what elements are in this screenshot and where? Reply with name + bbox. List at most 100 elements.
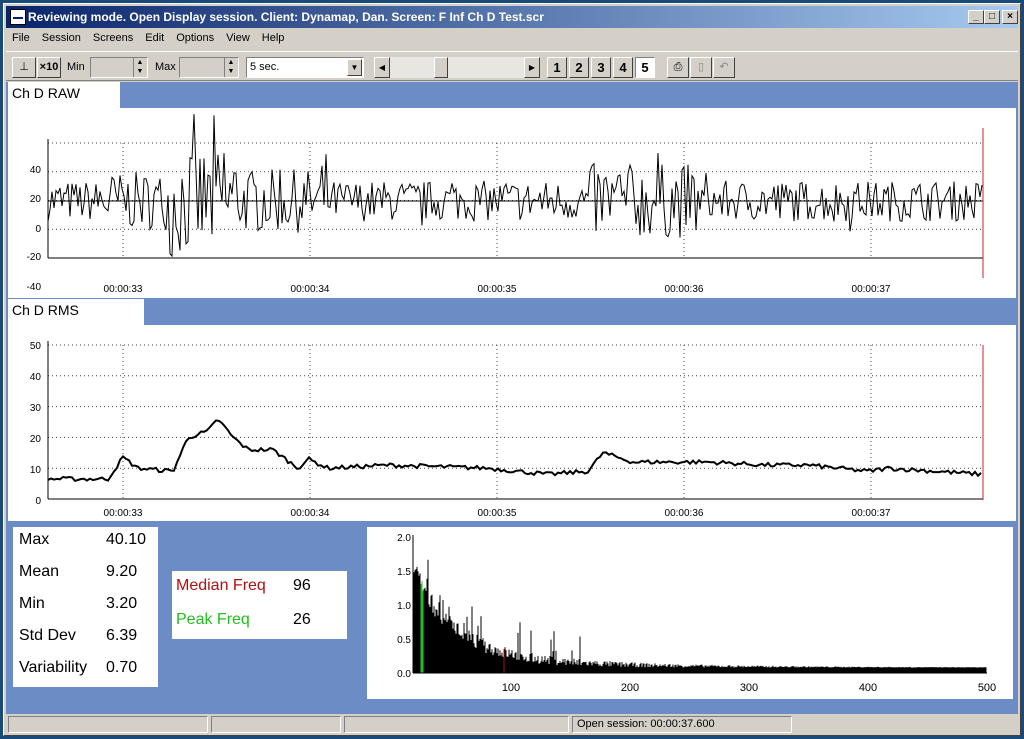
- stat-row-max: Max 40.10: [19, 531, 154, 555]
- screen-button-2[interactable]: 2: [569, 57, 589, 78]
- print-icon[interactable]: ⎙: [667, 57, 689, 78]
- status-pane-2: [211, 716, 341, 733]
- rms-waveform: [47, 419, 982, 483]
- spec-xtick-500: 500: [978, 682, 996, 694]
- timespan-select[interactable]: 5 sec. ▼: [246, 57, 364, 78]
- status-pane-3: [344, 716, 569, 733]
- title-bar[interactable]: Reviewing mode. Open Display session. Cl…: [6, 6, 1018, 28]
- toolbar: ⊥ ×10 Min ▲ ▼ Max ▲ ▼ 5 sec. ▼ ◀ ▶ 1 2 3 4…: [6, 51, 1018, 81]
- scroll-track[interactable]: [390, 57, 524, 78]
- scroll-right-icon[interactable]: ▶: [524, 57, 540, 78]
- x10-button[interactable]: ×10: [37, 57, 61, 78]
- stat-label: Max: [19, 531, 50, 548]
- menu-bar: File Session Screens Edit Options View Help: [6, 29, 1018, 49]
- rms-xtick-34: 00:00:34: [291, 508, 330, 519]
- spinner-arrows-icon[interactable]: ▲ ▼: [224, 58, 237, 77]
- raw-ytick-neg40: -40: [27, 282, 42, 293]
- spectrum-svg: 2.0 1.5 1.0 0.5 0.0 100 200 300 400 500: [397, 533, 996, 694]
- rms-xtick-36: 00:00:36: [665, 508, 704, 519]
- max-spinner[interactable]: ▲ ▼: [179, 57, 239, 78]
- menu-edit[interactable]: Edit: [139, 29, 170, 44]
- stat-label: Mean: [19, 563, 60, 580]
- raw-ytick-20: 20: [30, 194, 42, 205]
- spec-ytick-0: 0.0: [397, 669, 411, 680]
- stat-value: 40.10: [106, 531, 147, 548]
- window-title: Reviewing mode. Open Display session. Cl…: [28, 10, 544, 24]
- raw-waveform: [47, 114, 983, 258]
- maximize-icon[interactable]: □: [984, 10, 1000, 24]
- stat-row-variability: Variability 0.70: [19, 659, 154, 683]
- close-icon[interactable]: ×: [1002, 10, 1018, 24]
- max-label: Max: [155, 61, 176, 73]
- session-status: Open session: 00:00:37.600: [572, 716, 792, 733]
- raw-ytick-0: 0: [35, 224, 41, 235]
- rms-ytick-20: 20: [30, 434, 42, 445]
- stat-value: 9.20: [106, 563, 138, 580]
- minimize-icon[interactable]: _: [968, 10, 984, 24]
- rms-plot[interactable]: 50 40 30 20 10 0 00:00:33 00:00:34 00:00…: [8, 325, 1016, 521]
- stat-value: 3.20: [106, 595, 138, 612]
- clipboard-icon[interactable]: ▯: [690, 57, 712, 78]
- raw-ytick-neg20: -20: [27, 252, 42, 263]
- undo-icon[interactable]: ↶: [713, 57, 735, 78]
- raw-ytick-40: 40: [30, 165, 42, 176]
- app-window: Reviewing mode. Open Display session. Cl…: [3, 3, 1021, 736]
- spec-xtick-300: 300: [740, 682, 758, 694]
- rms-xtick-37: 00:00:37: [852, 508, 891, 519]
- timespan-value: 5 sec.: [250, 61, 280, 73]
- raw-xtick-37: 00:00:37: [852, 284, 891, 295]
- median-freq-label: Median Freq: [176, 577, 266, 594]
- menu-help[interactable]: Help: [256, 29, 291, 44]
- rms-channel-label: Ch D RMS: [8, 299, 144, 325]
- peak-freq-label: Peak Freq: [176, 611, 250, 628]
- stat-value: 6.39: [106, 627, 138, 644]
- status-pane-1: [8, 716, 208, 733]
- rms-ytick-50: 50: [30, 341, 42, 352]
- stat-label: Min: [19, 595, 45, 612]
- screen-button-4[interactable]: 4: [613, 57, 633, 78]
- menu-options[interactable]: Options: [170, 29, 220, 44]
- screen-button-5[interactable]: 5: [635, 57, 655, 78]
- axis-icon[interactable]: ⊥: [12, 57, 36, 78]
- raw-channel-label: Ch D RAW: [8, 82, 120, 108]
- statistics-panel: Max 40.10 Mean 9.20 Min 3.20 Std Dev 6.39 Va…: [13, 527, 158, 687]
- scroll-left-icon[interactable]: ◀: [374, 57, 390, 78]
- rms-ytick-0: 0: [35, 496, 41, 507]
- spinner-arrows-icon[interactable]: ▲ ▼: [133, 58, 146, 77]
- spec-ytick-1: 1.0: [397, 601, 411, 612]
- menu-view[interactable]: View: [220, 29, 256, 44]
- menu-session[interactable]: Session: [36, 29, 87, 44]
- time-scrollbar[interactable]: ◀ ▶: [374, 57, 540, 78]
- raw-waveform-svg: 40 20 0 -20 -40 00:00:33 00:00:34 00:00:…: [27, 114, 984, 295]
- screen-button-3[interactable]: 3: [591, 57, 611, 78]
- stat-value: 0.70: [106, 659, 138, 676]
- spec-ytick-1-5: 1.5: [397, 567, 411, 578]
- median-freq-value: 96: [293, 577, 311, 594]
- spectrum-plot[interactable]: 2.0 1.5 1.0 0.5 0.0 100 200 300 400 500: [367, 527, 1013, 699]
- raw-xtick-36: 00:00:36: [665, 284, 704, 295]
- spec-ytick-0-5: 0.5: [397, 635, 411, 646]
- stat-row-stddev: Std Dev 6.39: [19, 627, 154, 651]
- menu-screens[interactable]: Screens: [87, 29, 139, 44]
- chevron-down-icon[interactable]: ▼: [347, 59, 362, 76]
- app-icon: [10, 9, 26, 25]
- spec-ytick-2: 2.0: [397, 533, 411, 544]
- min-spinner[interactable]: ▲ ▼: [90, 57, 148, 78]
- peak-freq-value: 26: [293, 611, 311, 628]
- stat-row-mean: Mean 9.20: [19, 563, 154, 587]
- rms-ytick-10: 10: [30, 465, 42, 476]
- screen-button-1[interactable]: 1: [547, 57, 567, 78]
- spec-xtick-400: 400: [859, 682, 877, 694]
- rms-waveform-svg: 50 40 30 20 10 0 00:00:33 00:00:34 00:00…: [30, 341, 984, 519]
- rms-xtick-33: 00:00:33: [104, 508, 143, 519]
- raw-xtick-35: 00:00:35: [478, 284, 517, 295]
- spec-xtick-100: 100: [502, 682, 520, 694]
- frequency-panel: Median Freq 96 Peak Freq 26: [172, 571, 347, 639]
- min-label: Min: [67, 61, 85, 73]
- raw-plot[interactable]: 40 20 0 -20 -40 00:00:33 00:00:34 00:00:…: [8, 108, 1016, 298]
- menu-file[interactable]: File: [6, 29, 36, 44]
- stat-label: Variability: [19, 659, 88, 676]
- content-area: Ch D RAW 40 20 0 -20 -40 00:00:33 00:00:…: [6, 82, 1018, 714]
- scroll-thumb[interactable]: [434, 57, 448, 78]
- status-bar: Open session: 00:00:37.600: [6, 715, 1018, 734]
